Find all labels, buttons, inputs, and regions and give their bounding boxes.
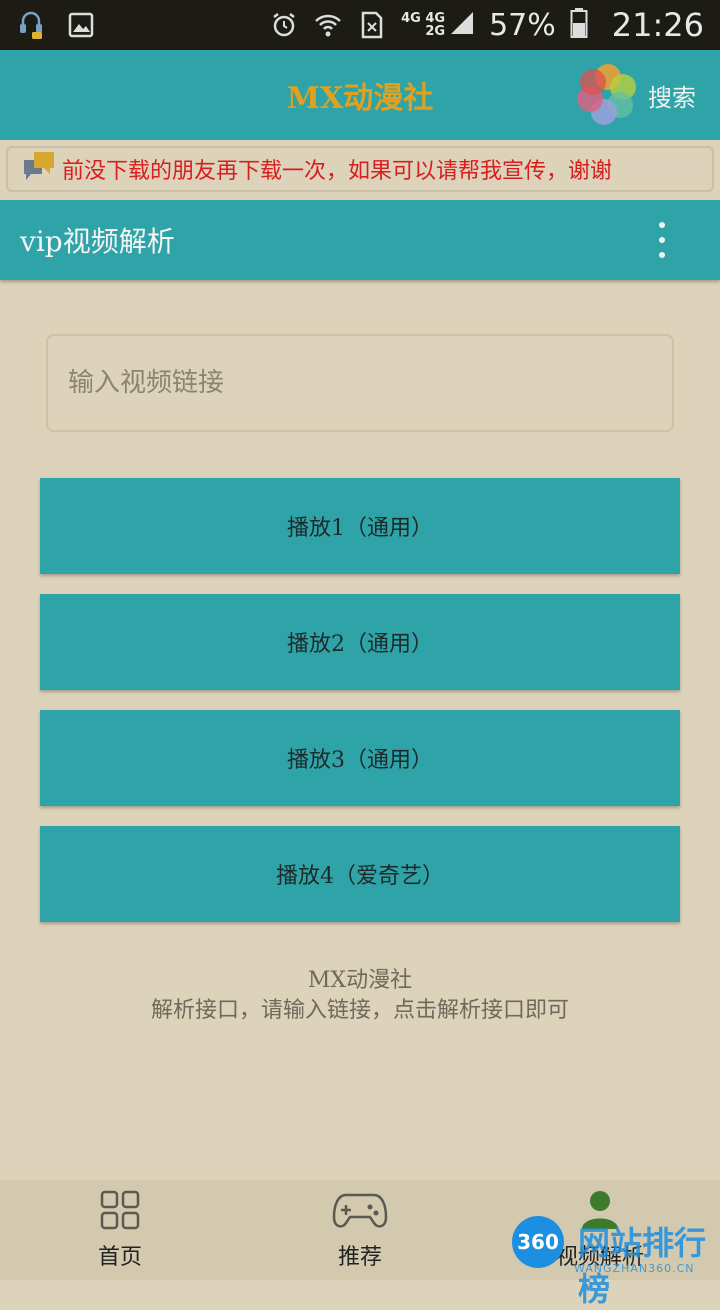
app-title: MX动漫社 bbox=[286, 81, 434, 116]
flower-search-icon bbox=[572, 57, 644, 133]
wifi-icon bbox=[313, 10, 343, 40]
network-type-bottom: 2G bbox=[425, 24, 446, 39]
battery-icon bbox=[570, 7, 588, 43]
page-title: vip视频解析 bbox=[20, 225, 175, 258]
gallery-notification-icon bbox=[66, 10, 96, 40]
network-indicator: 4G 4G 2G bbox=[401, 10, 475, 40]
status-bar: 4G 4G 2G 57% 21:26 bbox=[0, 0, 720, 50]
headset-notification-icon bbox=[16, 10, 46, 40]
search-label: 搜索 bbox=[648, 83, 696, 112]
more-options-icon[interactable] bbox=[650, 220, 674, 260]
grid-icon bbox=[99, 1189, 141, 1235]
watermark-subtitle: WANGZHAN360.CN bbox=[574, 1262, 695, 1275]
play-button-2[interactable]: 播放2（通用） bbox=[40, 594, 680, 690]
clock-time: 21:26 bbox=[611, 6, 704, 44]
info-text: MX动漫社 解析接口，请输入链接，点击解析接口即可 bbox=[0, 966, 720, 1026]
nav-label-home: 首页 bbox=[97, 1245, 142, 1270]
video-url-input[interactable] bbox=[46, 334, 674, 432]
app-header: MX动漫社 搜索 bbox=[0, 50, 720, 140]
nav-label-recommend: 推荐 bbox=[337, 1245, 382, 1270]
watermark: 360 网站排行榜 WANGZHAN360.CN bbox=[508, 1212, 720, 1308]
nav-item-home[interactable]: 首页 bbox=[0, 1180, 240, 1280]
info-line-instructions: 解析接口，请输入链接，点击解析接口即可 bbox=[150, 998, 569, 1023]
notice-marquee: 前没下载的朋友再下载一次，如果可以请帮我宣传，谢谢 bbox=[6, 146, 714, 192]
search-button[interactable]: 搜索 bbox=[572, 58, 696, 132]
play-button-3[interactable]: 播放3（通用） bbox=[40, 710, 680, 806]
signal-bars-icon bbox=[449, 10, 475, 40]
play-button-4[interactable]: 播放4（爱奇艺） bbox=[40, 826, 680, 922]
speech-bubble-icon bbox=[22, 150, 56, 188]
watermark-badge: 360 bbox=[512, 1216, 564, 1268]
notice-text: 前没下载的朋友再下载一次，如果可以请帮我宣传，谢谢 bbox=[62, 159, 613, 184]
alarm-icon bbox=[269, 10, 299, 40]
gamepad-icon bbox=[332, 1189, 388, 1235]
sim-card-icon bbox=[357, 10, 387, 40]
info-line-app-name: MX动漫社 bbox=[307, 968, 413, 993]
nav-item-recommend[interactable]: 推荐 bbox=[240, 1180, 480, 1280]
battery-percent: 57% bbox=[489, 7, 556, 43]
play-button-1[interactable]: 播放1（通用） bbox=[40, 478, 680, 574]
toolbar: vip视频解析 bbox=[0, 200, 720, 280]
